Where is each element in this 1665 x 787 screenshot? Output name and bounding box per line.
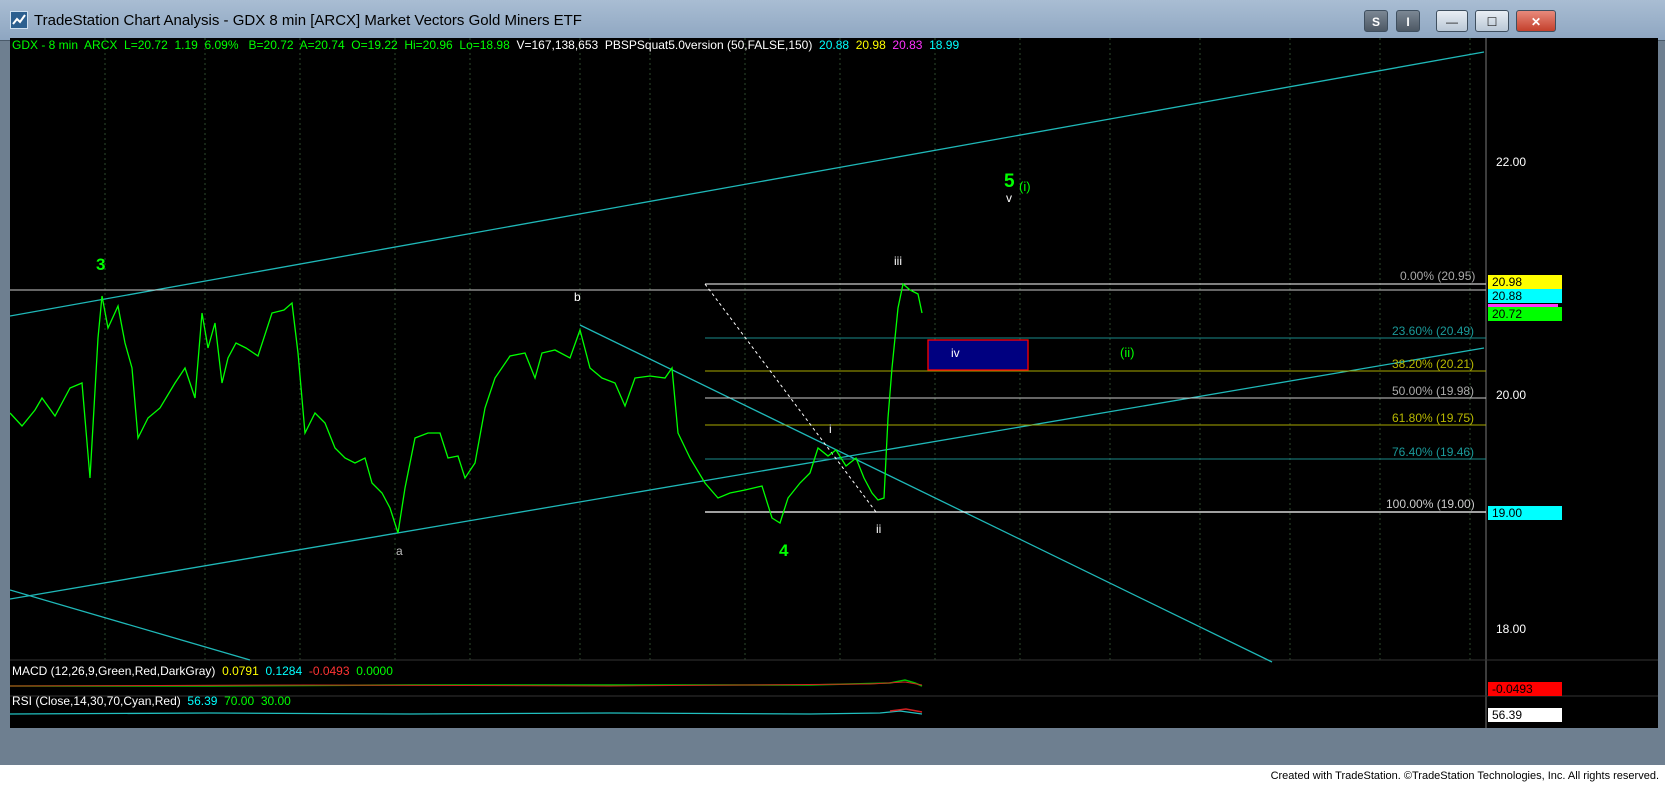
info-ind-value-1: 20.88 [819, 38, 850, 52]
price-series [10, 282, 923, 534]
price-chart[interactable] [10, 38, 1658, 728]
badge-20-88: 20.88 [1488, 289, 1562, 303]
close-button[interactable]: ✕ [1516, 10, 1556, 32]
wave-label-b: b [574, 290, 581, 304]
info-pct: 6.09% [204, 38, 239, 52]
info-ind-value-2: 20.98 [855, 38, 886, 52]
macd-badge: -0.0493 [1488, 682, 1562, 696]
title-bar: TradeStation Chart Analysis - GDX 8 min … [0, 0, 1665, 41]
wave-label-3: 3 [96, 255, 106, 274]
info-change: 1.19 [174, 38, 198, 52]
info-low: Lo=18.98 [459, 38, 510, 52]
wave-label-5: 5 [1004, 171, 1015, 192]
fib-label-100: 100.00% (19.00) [1386, 497, 1475, 511]
fib-label-236: 23.60% (20.49) [1392, 324, 1475, 338]
info-bar: GDX - 8 min ARCX L=20.72 1.19 6.09% B=20… [12, 38, 959, 52]
wave-label-ii-paren: (ii) [1120, 345, 1135, 360]
downtrend-line [579, 324, 1273, 663]
info-high: Hi=20.96 [404, 38, 453, 52]
fib-label-618: 61.80% (19.75) [1392, 411, 1475, 425]
badge-19-00: 19.00 [1488, 506, 1562, 520]
rsi-value-3: 30.00 [260, 694, 291, 708]
info-exchange: ARCX [84, 38, 118, 52]
badge-20-98: 20.98 [1488, 275, 1562, 289]
symbol-link-s-button[interactable]: S [1364, 10, 1388, 32]
footer-credit: Created with TradeStation. ©TradeStation… [0, 765, 1665, 787]
rsi-title: RSI (Close,14,30,70,Cyan,Red) 56.39 70.0… [12, 694, 291, 708]
window-title: TradeStation Chart Analysis - GDX 8 min … [34, 12, 582, 29]
rsi-badge: 56.39 [1488, 708, 1562, 722]
fib-label-382: 38.20% (20.21) [1392, 357, 1475, 371]
rsi-line [10, 710, 923, 715]
wave-label-ii: ii [876, 522, 882, 536]
macd-value-4: 0.0000 [356, 664, 393, 678]
price-tick-20: 20.00 [1496, 388, 1527, 402]
wave-iv-target-box [927, 339, 1029, 371]
symbol-link-i-button[interactable]: I [1396, 10, 1420, 32]
wave-label-i-paren: (i) [1019, 179, 1031, 194]
wave-label-a: a [396, 544, 403, 558]
rsi-title-text: RSI (Close,14,30,70,Cyan,Red) [12, 694, 181, 708]
lower-channel-line [10, 347, 1485, 600]
info-last: L=20.72 [124, 38, 168, 52]
fib-label-0: 0.00% (20.95) [1400, 269, 1476, 283]
info-volume: V=167,138,653 [516, 38, 599, 52]
macd-value-2: 0.1284 [265, 664, 303, 678]
chart-area[interactable]: GDX - 8 min ARCX L=20.72 1.19 6.09% B=20… [10, 38, 1658, 728]
bottom-left-line [10, 589, 251, 661]
info-symbol: GDX - 8 min [12, 38, 79, 52]
fib-label-764: 76.40% (19.46) [1392, 445, 1475, 459]
wave-label-iii: iii [894, 254, 902, 268]
wave-label-4: 4 [779, 541, 789, 560]
price-tick-18: 18.00 [1496, 622, 1527, 636]
macd-title-text: MACD (12,26,9,Green,Red,DarkGray) [12, 664, 216, 678]
rsi-value-2: 70.00 [224, 694, 255, 708]
info-ask: A=20.74 [299, 38, 345, 52]
app-icon [10, 11, 28, 29]
wave-label-i: i [829, 422, 832, 436]
macd-title: MACD (12,26,9,Green,Red,DarkGray) 0.0791… [12, 664, 393, 678]
badge-20-72: 20.72 [1488, 307, 1562, 321]
info-open: O=19.22 [351, 38, 398, 52]
upper-channel-line [10, 51, 1485, 317]
fib-label-50: 50.00% (19.98) [1392, 384, 1475, 398]
maximize-button[interactable]: ☐ [1475, 10, 1509, 32]
info-bid: B=20.72 [248, 38, 294, 52]
macd-value-1: 0.0791 [222, 664, 259, 678]
rsi-value-1: 56.39 [187, 694, 218, 708]
info-ind-value-3: 20.83 [892, 38, 923, 52]
wave-label-v: v [1006, 191, 1012, 205]
info-ind-value-4: 18.99 [929, 38, 960, 52]
price-tick-22: 22.00 [1496, 155, 1527, 169]
macd-value-3: -0.0493 [308, 664, 350, 678]
wave-label-iv: iv [951, 346, 960, 360]
minimize-button[interactable]: — [1436, 10, 1468, 32]
info-indicator: PBSPSquat5.0version (50,FALSE,150) [604, 38, 813, 52]
